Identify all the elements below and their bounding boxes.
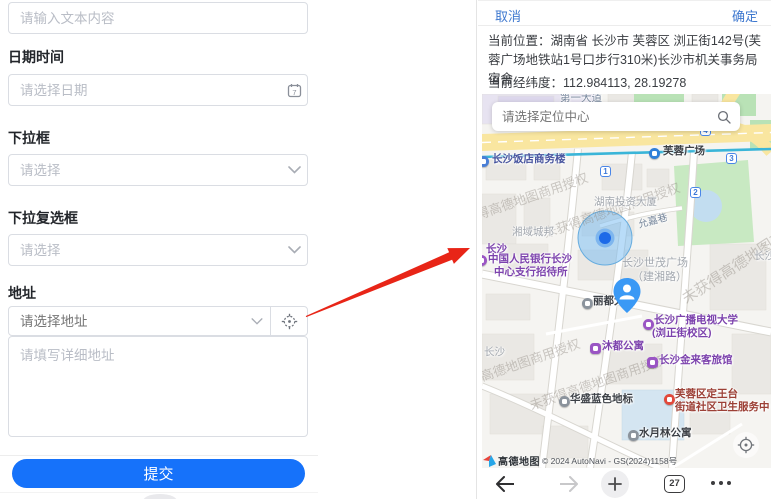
- current-coordinates-text: 当前经纬度：112.984113, 28.19278: [488, 72, 762, 91]
- menu-ellipsis-button[interactable]: [711, 481, 731, 485]
- address-label: 地址: [8, 283, 36, 303]
- text-input-field[interactable]: [8, 2, 308, 34]
- address-group: [8, 306, 308, 336]
- map-label-poi: 沐都公寓: [602, 340, 644, 353]
- date-input-field[interactable]: 7: [8, 74, 308, 106]
- submit-button[interactable]: 提交: [12, 459, 305, 488]
- metro-exit-badge: 3: [726, 153, 737, 164]
- poi-icon: [559, 396, 570, 407]
- map-label-poi: 中心支行招待所: [494, 266, 568, 279]
- select-input[interactable]: [9, 163, 281, 178]
- multiselect-label: 下拉复选框: [8, 208, 78, 228]
- home-indicator: [143, 494, 177, 499]
- map-label-metro: 芙蓉广场: [663, 145, 705, 158]
- map-search-box[interactable]: [492, 102, 740, 131]
- divider: [0, 492, 318, 493]
- chevron-down-icon: [281, 166, 307, 174]
- poi-icon: [628, 430, 639, 441]
- poi-icon: [590, 343, 601, 354]
- date-label: 日期时间: [8, 47, 64, 67]
- address-select-field[interactable]: [9, 307, 271, 335]
- metro-station-icon: [649, 148, 660, 159]
- back-icon[interactable]: [492, 468, 518, 499]
- browser-toolbar: 27: [478, 468, 771, 499]
- multiselect-field[interactable]: [8, 234, 308, 266]
- confirm-button[interactable]: 确定: [732, 6, 758, 25]
- map-label-poi: 华盛蓝色地标: [570, 393, 633, 406]
- divider: [0, 455, 318, 456]
- new-tab-button[interactable]: [601, 470, 629, 498]
- map-label-building: 长沙: [754, 250, 771, 263]
- metro-exit-badge: 1: [600, 166, 611, 177]
- location-pin-icon: [613, 278, 641, 314]
- map-label-building: 长沙: [484, 346, 505, 359]
- select-label: 下拉框: [8, 128, 50, 148]
- multiselect-input[interactable]: [9, 243, 281, 258]
- cancel-button[interactable]: 取消: [495, 6, 521, 25]
- map-label-poi: 长沙饭店商务楼: [492, 153, 566, 166]
- map-label-poi: 水月林公寓: [639, 427, 692, 440]
- tab-counter-button[interactable]: 27: [664, 475, 685, 493]
- poi-icon: [582, 298, 593, 309]
- forward-icon[interactable]: [556, 468, 582, 499]
- metro-exit-badge: 2: [690, 187, 701, 198]
- map-label-poi: 中国人民银行长沙: [488, 253, 572, 266]
- poi-icon: [647, 357, 658, 368]
- map-label-building: 湖南投资大厦: [594, 196, 657, 209]
- map-label-building: 长沙世茂广场: [622, 257, 688, 270]
- map-label-poi: 芙蓉区定王台: [675, 388, 738, 401]
- form-panel: 日期时间 7 下拉框 下拉复选框: [0, 0, 477, 499]
- map-canvas[interactable]: 未获得高德地图商用授权 未获得高德地图商用授权 未获得高德地图商用授权 未获得高…: [482, 94, 771, 468]
- search-icon[interactable]: [717, 110, 740, 124]
- map-search-input[interactable]: [492, 110, 717, 124]
- map-label-poi: 长沙金来客旅馆: [659, 354, 733, 367]
- locate-button[interactable]: [271, 307, 307, 335]
- map-label-poi: (浏正街校区): [652, 327, 712, 340]
- text-input[interactable]: [9, 11, 307, 26]
- map-attribution: 高德地图 © 2024 AutoNavi - GS(2024)1158号: [483, 453, 677, 468]
- date-input[interactable]: [9, 83, 281, 98]
- poi-icon: [664, 394, 675, 405]
- location-picker-panel: 取消 确定 当前位置：湖南省 长沙市 芙蓉区 浏正街142号(芙蓉广场地铁站1号…: [478, 0, 771, 499]
- address-select-input[interactable]: [9, 314, 244, 329]
- screen: 日期时间 7 下拉框 下拉复选框: [0, 0, 771, 499]
- map-label-building: 湘域城邦: [512, 226, 554, 239]
- map-label-poi: 长沙广播电视大学: [654, 314, 738, 327]
- calendar-icon[interactable]: 7: [281, 83, 307, 98]
- chevron-down-icon: [281, 246, 307, 254]
- amap-logo-icon: [483, 455, 496, 467]
- select-field[interactable]: [8, 154, 308, 186]
- address-detail-textarea[interactable]: [8, 336, 308, 437]
- map-label-poi: 街道社区卫生服务中: [675, 401, 770, 414]
- svg-text:7: 7: [292, 87, 296, 96]
- picker-header: 取消 确定: [478, 1, 771, 26]
- chevron-down-icon: [244, 318, 270, 325]
- map-locate-button[interactable]: [733, 432, 759, 458]
